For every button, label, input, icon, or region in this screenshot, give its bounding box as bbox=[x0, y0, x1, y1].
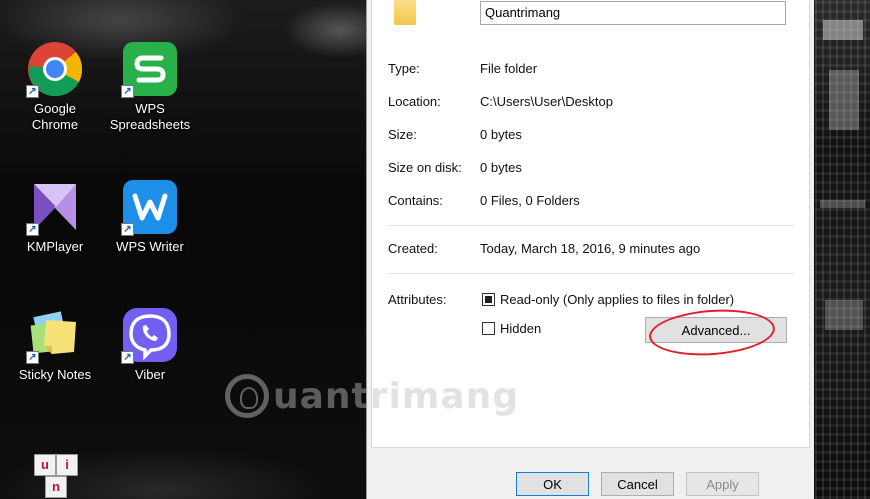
location-value: C:\Users\User\Desktop bbox=[480, 94, 613, 109]
type-label: Type: bbox=[388, 61, 420, 76]
hidden-label: Hidden bbox=[500, 321, 542, 336]
hidden-checkbox[interactable] bbox=[482, 322, 495, 335]
size-value: 0 bytes bbox=[480, 127, 522, 142]
kmplayer-icon: ↗ bbox=[26, 178, 84, 236]
shortcut-arrow-icon: ↗ bbox=[121, 223, 134, 236]
wps-spreadsheets-icon: ↗ bbox=[121, 40, 179, 98]
contains-label: Contains: bbox=[388, 193, 443, 208]
desktop-icon-label: WPS Writer bbox=[116, 239, 184, 254]
desktop-icon-viber[interactable]: ↗ Viber bbox=[107, 306, 193, 383]
quantrimang-watermark: uantrimang bbox=[225, 370, 518, 430]
unikey-icon: u i n bbox=[30, 446, 80, 498]
location-label: Location: bbox=[388, 94, 441, 109]
watermark-text: uantrimang bbox=[273, 376, 520, 417]
desktop-icon-sticky-notes[interactable]: ↗ Sticky Notes bbox=[12, 306, 98, 383]
shortcut-arrow-icon: ↗ bbox=[121, 351, 134, 364]
desktop-icon-label: WPS Spreadsheets bbox=[109, 101, 191, 132]
readonly-checkbox[interactable] bbox=[482, 293, 495, 306]
desktop-icon-unikey[interactable]: u i n bbox=[12, 446, 98, 498]
shortcut-arrow-icon: ↗ bbox=[26, 85, 39, 98]
desktop-icon-wps-writer[interactable]: ↗ WPS Writer bbox=[107, 178, 193, 255]
apply-button[interactable]: Apply bbox=[686, 472, 759, 496]
folder-icon bbox=[394, 0, 416, 25]
shortcut-arrow-icon: ↗ bbox=[121, 85, 134, 98]
created-value: Today, March 18, 2016, 9 minutes ago bbox=[480, 241, 701, 256]
attributes-label: Attributes: bbox=[388, 292, 447, 307]
unikey-tile-i: i bbox=[56, 454, 78, 476]
separator bbox=[388, 273, 794, 274]
cancel-button[interactable]: Cancel bbox=[601, 472, 674, 496]
unikey-tile-n: n bbox=[45, 476, 67, 498]
chrome-icon: ↗ bbox=[26, 40, 84, 98]
background-building-strip bbox=[815, 0, 870, 499]
size-label: Size: bbox=[388, 127, 417, 142]
desktop-icon-google-chrome[interactable]: ↗ Google Chrome bbox=[12, 40, 98, 133]
desktop-icon-label: Viber bbox=[134, 367, 166, 382]
size-on-disk-label: Size on disk: bbox=[388, 160, 462, 175]
type-value: File folder bbox=[480, 61, 538, 76]
created-label: Created: bbox=[388, 241, 438, 256]
wps-writer-icon: ↗ bbox=[121, 178, 179, 236]
desktop-icon-label: Sticky Notes bbox=[18, 367, 92, 382]
shortcut-arrow-icon: ↗ bbox=[26, 351, 39, 364]
desktop-icon-label: Google Chrome bbox=[31, 101, 79, 132]
desktop-icon-label: KMPlayer bbox=[26, 239, 84, 254]
lightbulb-logo-icon bbox=[225, 374, 269, 418]
folder-name-field[interactable]: Quantrimang bbox=[480, 1, 786, 25]
ok-button[interactable]: OK bbox=[516, 472, 589, 496]
contains-value: 0 Files, 0 Folders bbox=[480, 193, 580, 208]
readonly-label: Read-only (Only applies to files in fold… bbox=[500, 292, 735, 307]
sticky-notes-icon: ↗ bbox=[26, 306, 84, 364]
desktop-icon-kmplayer[interactable]: ↗ KMPlayer bbox=[12, 178, 98, 255]
shortcut-arrow-icon: ↗ bbox=[26, 223, 39, 236]
size-on-disk-value: 0 bytes bbox=[480, 160, 522, 175]
separator bbox=[388, 225, 794, 226]
desktop-icon-wps-spreadsheets[interactable]: ↗ WPS Spreadsheets bbox=[107, 40, 193, 133]
viber-icon: ↗ bbox=[121, 306, 179, 364]
unikey-tile-u: u bbox=[34, 454, 56, 476]
